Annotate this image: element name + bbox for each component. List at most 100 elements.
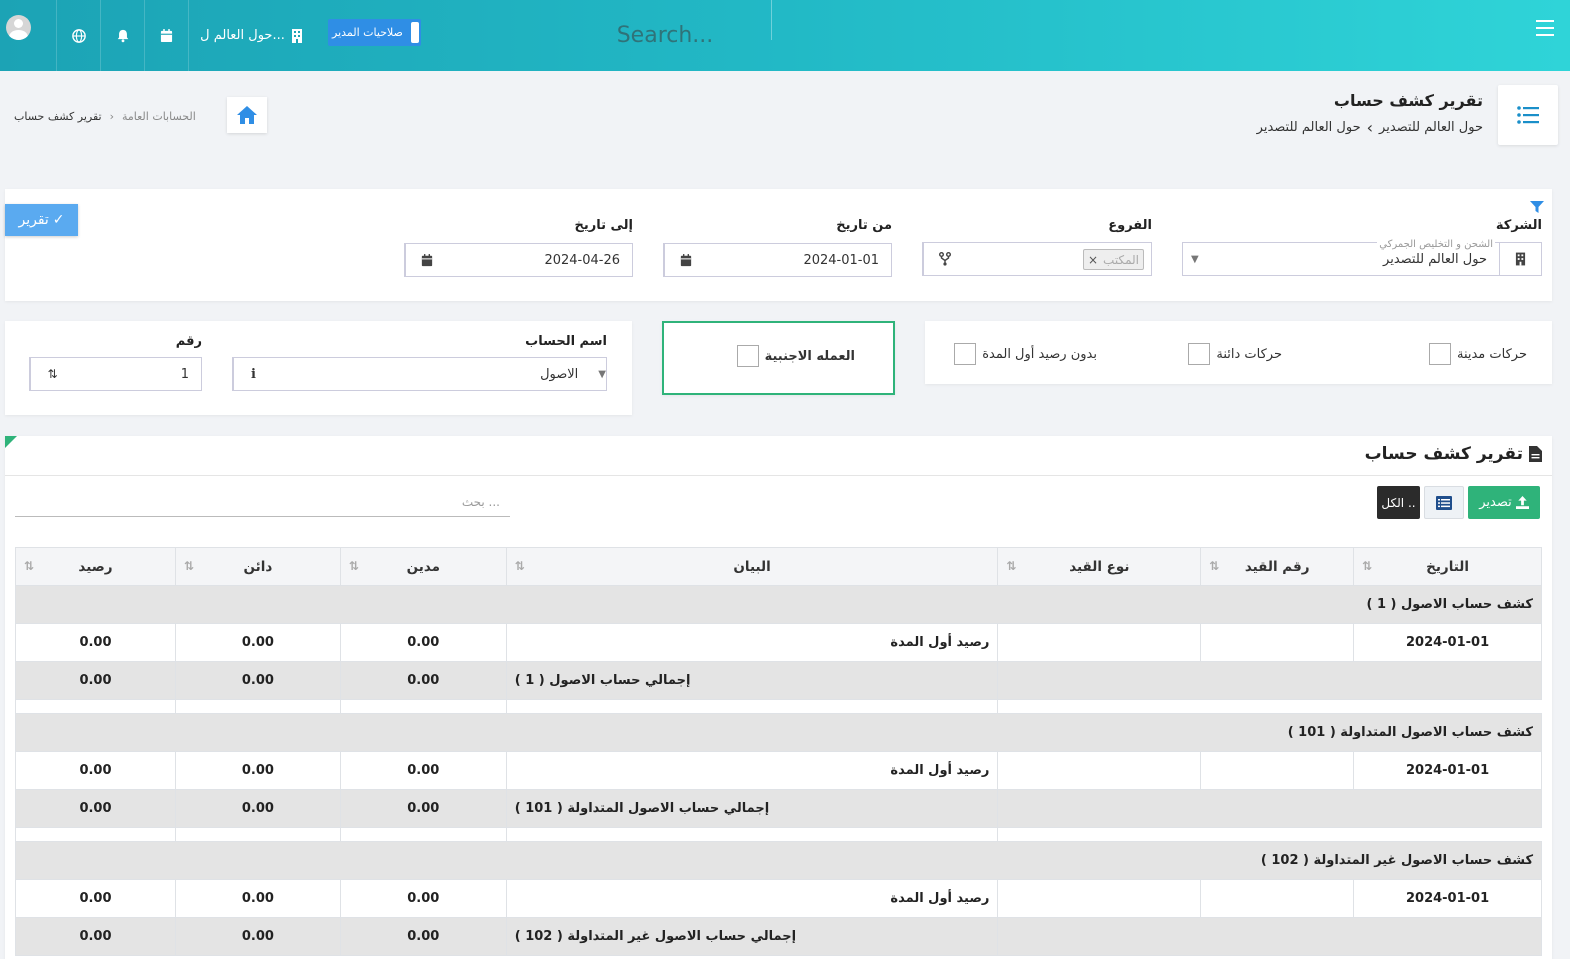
calendar-button[interactable] — [144, 0, 188, 71]
sort-icon: ⇅ — [514, 559, 525, 573]
branches-label: الفروع — [1108, 218, 1152, 233]
foreign-currency-checkbox[interactable]: العمله الاجنبية — [736, 345, 875, 367]
company-select[interactable]: الشحن و التخليص الجمركي حول العالم للتصد… — [1182, 238, 1542, 276]
notifications-button[interactable] — [100, 0, 144, 71]
no-opening-balance-label: بدون رصيد أول المدة — [982, 346, 1097, 362]
hamburger-menu-icon[interactable] — [1536, 20, 1554, 41]
table-row: 2024-01-01 رصيد أول المدة 0.00 0.00 0.00 — [15, 751, 1542, 790]
user-avatar[interactable] — [6, 15, 31, 40]
account-number-input[interactable]: ⇅ 1 — [29, 357, 202, 391]
table-row: 2024-01-01 رصيد أول المدة 0.00 0.00 0.00 — [15, 623, 1542, 662]
account-name-select[interactable]: i الاصول ▼ — [232, 357, 607, 391]
company-short-name: حول العالم ل... — [200, 28, 285, 43]
to-date-input[interactable]: 2024-04-26 — [404, 243, 633, 277]
group-total-row: إجمالي حساب الاصول المتداولة ( 101 ) 0.0… — [15, 789, 1542, 828]
spacer-row — [15, 827, 1542, 842]
company-hint: الشحن و التخليص الجمركي — [1377, 238, 1495, 250]
group-total-row: إجمالي حساب الاصول ( 1 ) 0.00 0.00 0.00 — [15, 661, 1542, 700]
account-statement-table: التاريخ ⇅ رقم القيد ⇅ نوع القيد ⇅ البيان ⇅ م… — [15, 547, 1542, 956]
checkbox-box[interactable] — [736, 345, 759, 367]
subtitle-company-a: حول العالم للتصدير — [1379, 120, 1483, 135]
info-icon[interactable]: i — [233, 358, 273, 390]
file-icon — [1529, 446, 1542, 462]
sort-numeric-icon[interactable]: ⇅ — [30, 358, 72, 390]
options-card: حركات مدينة حركات دائنة بدون رصيد أول ال… — [925, 321, 1552, 384]
spacer-row — [15, 699, 1542, 714]
page-menu-button[interactable] — [1498, 85, 1558, 145]
account-number-value: 1 — [180, 366, 189, 382]
group-header-row: كشف حساب الاصول المتداولة ( 101 ) — [15, 713, 1542, 752]
sort-icon: ⇅ — [348, 559, 359, 573]
column-balance[interactable]: رصيد ⇅ — [15, 547, 176, 586]
sort-icon: ⇅ — [183, 559, 194, 573]
checkbox-box[interactable] — [954, 343, 977, 365]
list-icon — [1517, 106, 1539, 124]
account-number-label: رقم — [175, 334, 202, 349]
home-button[interactable] — [227, 97, 267, 133]
check-icon: ✓ — [52, 212, 65, 228]
group-header-row: كشف حساب الاصول غير المتداولة ( 102 ) — [15, 841, 1542, 880]
column-view-button[interactable] — [1424, 486, 1464, 519]
breadcrumb-current: تقرير كشف حساب — [14, 110, 102, 123]
list-view-icon — [1436, 495, 1452, 510]
checkbox-box[interactable] — [1188, 343, 1211, 365]
from-date-value: 2024-01-01 — [803, 252, 879, 268]
checkbox-box[interactable] — [1428, 343, 1451, 365]
top-navbar: حول العالم ل... صلاحيات المدير — [0, 0, 1570, 71]
report-button[interactable]: تقرير ✓ — [5, 204, 78, 236]
page-subtitle: حول العالم للتصدير ‹ حول العالم للتصدير — [1257, 118, 1483, 137]
group-header-row: كشف حساب الاصول ( 1 ) — [15, 585, 1542, 624]
page-title: تقرير كشف حساب — [1333, 91, 1483, 110]
column-description[interactable]: البيان ⇅ — [505, 547, 999, 586]
branch-chip[interactable]: × المكتب — [1082, 249, 1144, 270]
account-name-value: الاصول — [540, 366, 579, 382]
chip-remove-icon[interactable]: × — [1088, 253, 1098, 267]
column-entry-type[interactable]: نوع القيد ⇅ — [997, 547, 1202, 586]
bell-icon — [117, 29, 128, 42]
column-entry-number[interactable]: رقم القيد ⇅ — [1200, 547, 1355, 586]
subtitle-company-b: حول العالم للتصدير — [1256, 120, 1361, 135]
branches-chips: × المكتب — [965, 243, 1151, 275]
column-date[interactable]: التاريخ ⇅ — [1353, 547, 1542, 586]
account-name-label: اسم الحساب — [525, 334, 607, 349]
company-value: حول العالم للتصدير — [1383, 251, 1487, 267]
column-credit[interactable]: دائن ⇅ — [174, 547, 341, 586]
to-date-label: إلى تاريخ — [574, 218, 633, 233]
report-button-label: تقرير — [18, 212, 49, 228]
debit-moves-checkbox[interactable]: حركات مدينة — [1428, 343, 1527, 365]
page-header: تقرير كشف حساب حول العالم للتصدير ‹ حول … — [0, 71, 1570, 171]
foreign-currency-label: العمله الاجنبية — [764, 348, 855, 364]
chevron-down-icon: ▼ — [1191, 253, 1199, 265]
home-icon — [237, 106, 257, 124]
to-date-value: 2024-04-26 — [544, 252, 620, 268]
no-opening-balance-checkbox[interactable]: بدون رصيد أول المدة — [954, 343, 1097, 365]
credit-moves-checkbox[interactable]: حركات دائنة — [1188, 343, 1282, 365]
from-date-input[interactable]: 2024-01-01 — [663, 243, 892, 277]
breadcrumb-parent[interactable]: الحسابات العامة — [122, 110, 196, 123]
credit-moves-label: حركات دائنة — [1216, 346, 1282, 362]
search-divider — [771, 0, 772, 40]
calendar-icon — [160, 28, 173, 42]
company-label: الشركة — [1495, 218, 1542, 233]
breadcrumb-separator: ‹ — [109, 110, 114, 123]
global-search-input[interactable] — [560, 16, 770, 54]
language-button[interactable] — [56, 0, 100, 71]
sort-icon: ⇅ — [1209, 559, 1219, 573]
table-title: تقرير كشف حساب — [1365, 444, 1542, 464]
toggle-knob — [411, 22, 419, 43]
sort-icon: ⇅ — [1362, 559, 1372, 573]
building-icon — [291, 28, 302, 43]
column-debit[interactable]: مدين ⇅ — [339, 547, 507, 586]
company-value-wrap: الشحن و التخليص الجمركي حول العالم للتصد… — [1199, 238, 1499, 267]
table-search-input[interactable] — [15, 488, 510, 517]
export-button[interactable]: تصدير — [1468, 486, 1540, 519]
filter-icon[interactable] — [1530, 201, 1544, 213]
branches-multiselect[interactable]: × المكتب — [922, 242, 1152, 276]
page-size-button[interactable]: الكل .. — [1377, 486, 1420, 519]
breadcrumb: الحسابات العامة ‹ تقرير كشف حساب — [14, 110, 196, 123]
foreign-currency-card: العمله الاجنبية — [662, 321, 895, 395]
chevron-down-icon: ▼ — [598, 368, 606, 380]
company-switcher[interactable]: حول العالم ل... — [188, 0, 314, 71]
branch-icon — [923, 243, 965, 275]
admin-permissions-toggle[interactable]: صلاحيات المدير — [328, 19, 421, 46]
